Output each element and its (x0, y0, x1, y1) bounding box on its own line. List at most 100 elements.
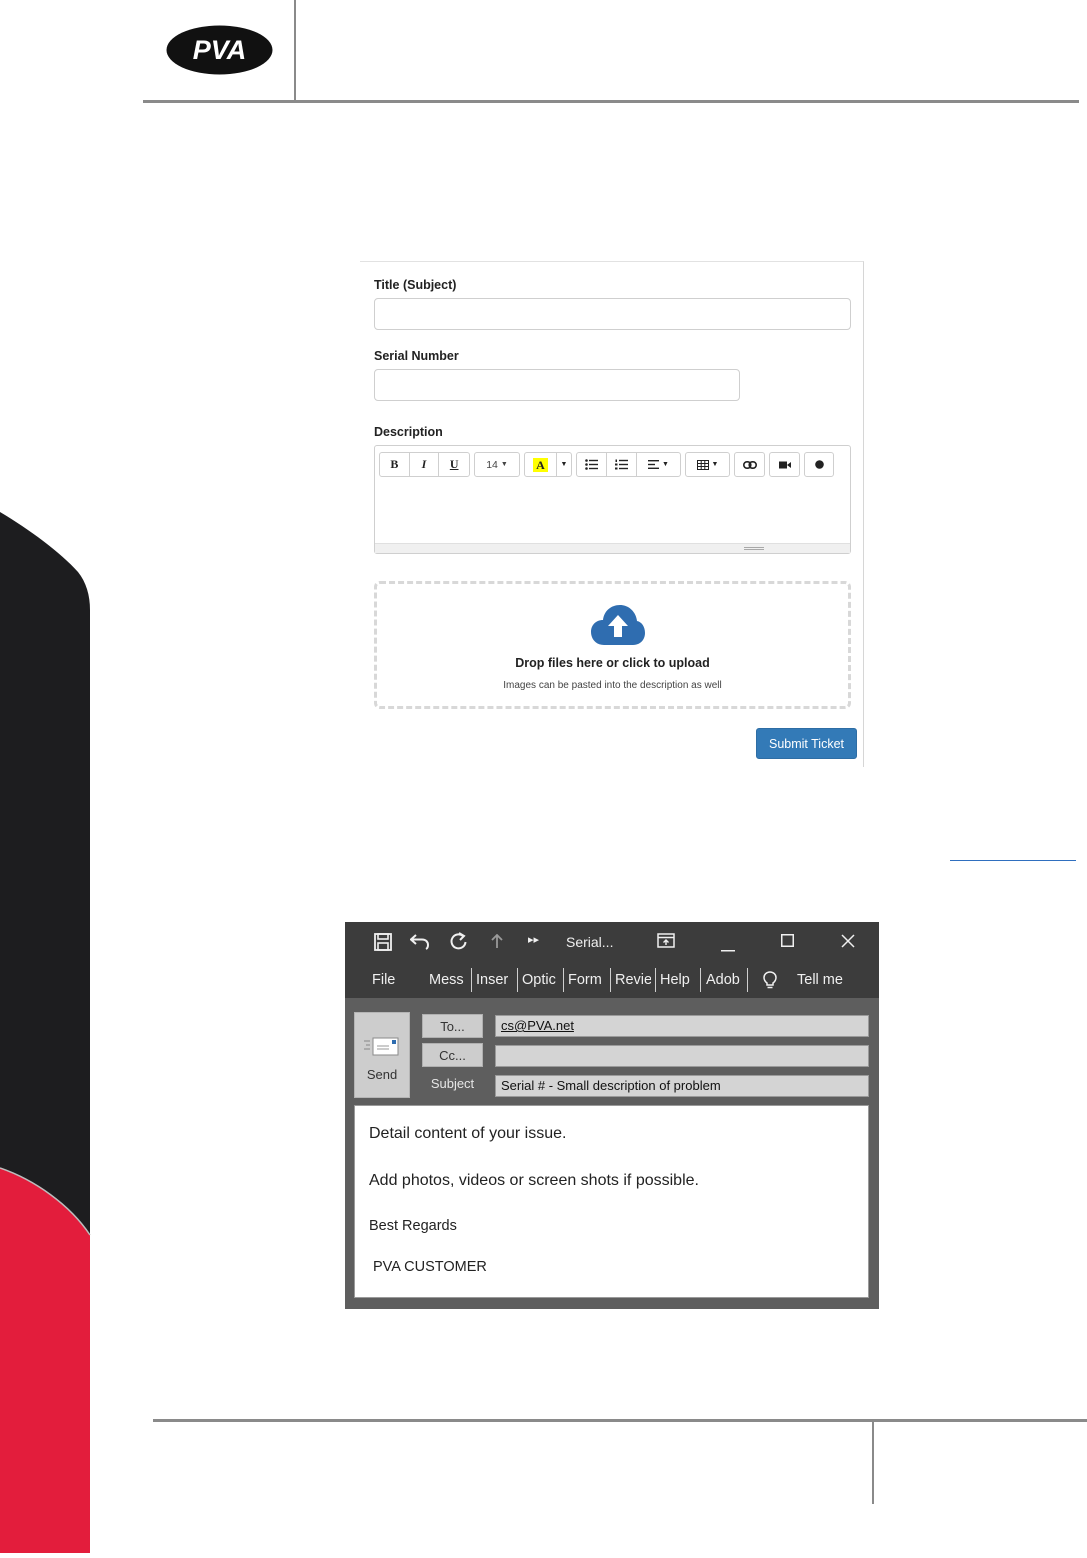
ribbon-display-icon (657, 933, 675, 948)
overflow-chevron-icon: ▸▸ (528, 934, 540, 946)
lightbulb-icon (763, 971, 777, 989)
upload-title: Drop files here or click to upload (515, 656, 710, 670)
save-icon (374, 933, 392, 951)
underline-button[interactable]: U (439, 453, 469, 476)
record-group (804, 452, 834, 477)
font-size-value: 14 (486, 458, 498, 471)
to-field[interactable]: cs@PVA.net (495, 1015, 869, 1037)
insert-link-button[interactable] (735, 453, 764, 476)
caret-down-icon: ▼ (662, 461, 669, 468)
font-size-dropdown[interactable]: 14 ▼ (475, 453, 519, 476)
subject-label: Subject (430, 1076, 475, 1091)
tab-help[interactable]: Help (660, 972, 690, 988)
record-button[interactable] (805, 453, 833, 476)
ribbon-display-button[interactable] (657, 933, 675, 953)
bulleted-list-icon (585, 459, 598, 470)
tab-separator (517, 968, 518, 992)
link-group (734, 452, 765, 477)
submit-ticket-button[interactable]: Submit Ticket (756, 728, 857, 759)
message-body[interactable]: Detail content of your issue. Add photos… (354, 1105, 869, 1298)
table-group: ▼ (685, 452, 730, 477)
tab-separator (610, 968, 611, 992)
email-compose-window: ▸▸ Serial... File Mess Inser Optic Form … (345, 922, 879, 1309)
numbered-list-button[interactable] (607, 453, 637, 476)
send-envelope-icon (364, 1037, 399, 1056)
tab-separator (563, 968, 564, 992)
redo-icon (450, 932, 467, 950)
tab-format-text[interactable]: Form (568, 972, 606, 988)
numbered-list-icon (615, 459, 628, 470)
to-recipient[interactable]: cs@PVA.net (501, 1018, 574, 1033)
video-group (769, 452, 800, 477)
minimize-icon (721, 950, 735, 952)
cc-button[interactable]: Cc... (422, 1043, 483, 1067)
caret-down-icon: ▼ (560, 461, 568, 468)
highlight-color-icon: A (533, 457, 548, 472)
tab-file[interactable]: File (372, 972, 395, 988)
close-button[interactable] (841, 934, 855, 952)
previous-item-button[interactable] (491, 933, 503, 953)
pva-logo: PVA (166, 25, 273, 75)
more-commands-button[interactable]: ▸▸ (528, 935, 539, 946)
footer-rule (153, 1419, 1087, 1422)
highlight-color-button[interactable]: A (525, 453, 557, 476)
align-icon (648, 460, 660, 469)
title-label: Title (Subject) (374, 278, 457, 292)
highlight-dropdown-button[interactable]: ▼ (557, 453, 571, 476)
window-title-bar: ▸▸ Serial... (345, 922, 879, 962)
tab-separator (655, 968, 656, 992)
compose-body: Send To... Cc... Subject cs@PVA.net Seri… (345, 998, 879, 1309)
subject-field[interactable]: Serial # - Small description of problem (495, 1075, 869, 1097)
font-size-group: 14 ▼ (474, 452, 520, 477)
tell-me-search[interactable]: Tell me (797, 972, 843, 988)
minimize-button[interactable] (721, 940, 735, 956)
close-icon (841, 934, 855, 948)
arrow-up-icon (491, 933, 503, 948)
undo-button[interactable] (409, 932, 430, 954)
tab-review[interactable]: Revie (615, 972, 651, 988)
maximize-button[interactable] (781, 934, 794, 951)
align-dropdown-button[interactable]: ▼ (637, 453, 680, 476)
tab-adobe[interactable]: Adob (706, 972, 742, 988)
ribbon-tabs: File Mess Inser Optic Form Revie Help Ad… (345, 962, 879, 998)
table-dropdown-button[interactable]: ▼ (686, 453, 729, 476)
bulleted-list-button[interactable] (577, 453, 607, 476)
window-title: Serial... (566, 934, 614, 950)
to-button[interactable]: To... (422, 1014, 483, 1038)
send-label: Send (366, 1067, 398, 1082)
italic-button[interactable]: I (410, 453, 440, 476)
redo-button[interactable] (449, 932, 468, 955)
send-button[interactable]: Send (354, 1012, 410, 1098)
insert-video-button[interactable] (770, 453, 799, 476)
serial-number-input[interactable] (374, 369, 740, 401)
cc-field[interactable] (495, 1045, 869, 1067)
tab-separator (700, 968, 701, 992)
upload-subtitle: Images can be pasted into the descriptio… (503, 680, 722, 691)
title-input[interactable] (374, 298, 851, 330)
tab-insert[interactable]: Inser (476, 972, 512, 988)
save-button[interactable] (374, 933, 392, 955)
bold-button[interactable]: B (380, 453, 410, 476)
link-underline (950, 860, 1076, 861)
side-decoration (0, 500, 100, 1553)
message-line: Add photos, videos or screen shots if po… (369, 1172, 699, 1189)
maximize-icon (781, 934, 794, 947)
message-line: Detail content of your issue. (369, 1125, 567, 1142)
description-text-area[interactable] (375, 482, 850, 544)
paragraph-group: ▼ (576, 452, 681, 477)
tab-options[interactable]: Optic (522, 972, 558, 988)
video-icon (778, 461, 791, 468)
link-icon (742, 460, 757, 469)
header-divider (294, 0, 296, 102)
cloud-upload-icon (591, 605, 645, 645)
highlight-group: A ▼ (524, 452, 572, 477)
undo-icon (409, 934, 430, 950)
file-upload-dropzone[interactable]: Drop files here or click to upload Image… (374, 581, 851, 709)
tab-separator (471, 968, 472, 992)
tell-me-button[interactable] (763, 971, 777, 993)
description-editor: B I U 14 ▼ A ▼ ▼ ▼ (374, 445, 851, 554)
editor-resize-bar[interactable] (375, 543, 850, 553)
logo-text: PVA (193, 35, 247, 65)
tab-message[interactable]: Mess (429, 972, 465, 988)
record-icon (814, 460, 824, 469)
